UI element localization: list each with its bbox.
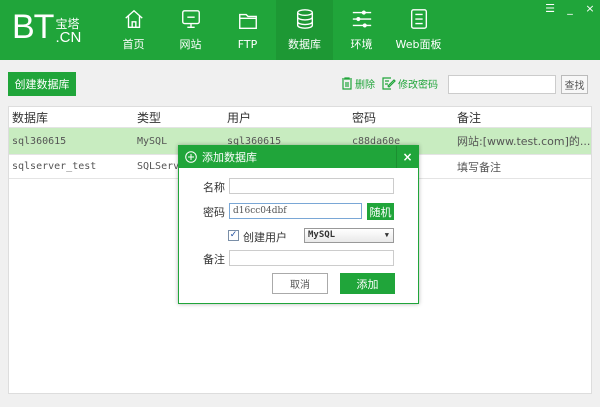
db-type-value: MySQL <box>308 230 336 240</box>
nav-home[interactable]: 首页 <box>105 0 162 60</box>
column-header: 用户 <box>227 110 252 125</box>
delete-label: 删除 <box>355 80 375 91</box>
minimize-button[interactable]: _ <box>560 0 580 17</box>
change-password-label: 修改密码 <box>398 80 438 91</box>
delete-button[interactable]: 删除 <box>341 76 375 91</box>
create-user-label: 创建用户 <box>243 231 287 244</box>
nav-database[interactable]: 数据库 <box>276 0 333 60</box>
add-database-dialog: 添加数据库 × 名称 密码 d16cc04dbf 随机 ✓ 创建用户 MySQL… <box>178 145 419 304</box>
table-header: 数据库 类型 用户 密码 备注 <box>9 107 591 128</box>
column-header: 类型 <box>137 110 162 125</box>
logo-text: BT <box>12 8 54 46</box>
edit-icon <box>382 77 396 90</box>
note-input[interactable] <box>229 250 394 266</box>
create-user-checkbox[interactable]: ✓ <box>228 230 239 241</box>
close-button[interactable]: × <box>580 0 600 17</box>
list-icon <box>410 9 427 29</box>
main-nav: 首页 网站 FTP 数据库 环境 Web面板 <box>105 0 447 60</box>
cell-note[interactable]: 网站:[www.test.com]的... <box>454 133 591 149</box>
cell-note[interactable]: 填写备注 <box>454 159 591 175</box>
nav-ftp[interactable]: FTP <box>219 0 276 60</box>
column-header: 密码 <box>352 110 377 125</box>
nav-label: 数据库 <box>288 38 321 51</box>
nav-environment[interactable]: 环境 <box>333 0 390 60</box>
cancel-button[interactable]: 取消 <box>272 273 328 294</box>
dialog-title-bar: 添加数据库 <box>179 146 418 168</box>
password-label: 密码 <box>203 206 225 219</box>
header: BT 宝塔 .CN 首页 网站 FTP 数据库 环境 Web面板 ☰ _ × <box>0 0 600 60</box>
chevron-down-icon: ▼ <box>384 231 389 239</box>
folder-icon <box>238 13 257 29</box>
nav-label: 网站 <box>179 38 202 51</box>
dialog-close-button[interactable]: × <box>396 146 418 168</box>
name-input[interactable] <box>229 178 394 194</box>
plus-circle-icon <box>185 151 197 163</box>
window-controls: ☰ _ × <box>540 0 600 17</box>
menu-button[interactable]: ☰ <box>540 0 560 17</box>
name-label: 名称 <box>203 181 225 194</box>
db-type-select[interactable]: MySQL ▼ <box>304 228 394 243</box>
nav-web-panel[interactable]: Web面板 <box>390 0 447 60</box>
random-password-button[interactable]: 随机 <box>367 203 394 220</box>
column-header: 备注 <box>457 110 482 125</box>
database-icon <box>296 9 313 29</box>
column-header: 数据库 <box>12 110 49 125</box>
sliders-icon <box>352 10 371 28</box>
trash-icon <box>342 77 352 90</box>
change-password-button[interactable]: 修改密码 <box>382 76 438 91</box>
home-icon <box>124 9 143 28</box>
nav-label: 首页 <box>122 38 145 51</box>
nav-label: 环境 <box>350 38 373 51</box>
dialog-title: 添加数据库 <box>202 151 257 164</box>
nav-label: FTP <box>237 37 258 51</box>
logo-domain: .CN <box>55 29 82 46</box>
monitor-icon <box>181 10 200 28</box>
cell-database: sql360615 <box>12 135 67 147</box>
cell-database: sqlserver_test <box>12 161 97 172</box>
create-database-button[interactable]: 创建数据库 <box>8 72 76 96</box>
logo: BT 宝塔 .CN <box>12 8 82 46</box>
search-button[interactable]: 查找 <box>561 75 588 94</box>
search-input[interactable] <box>448 75 556 94</box>
nav-label: Web面板 <box>395 38 442 51</box>
note-label: 备注 <box>203 253 225 266</box>
nav-website[interactable]: 网站 <box>162 0 219 60</box>
password-input[interactable]: d16cc04dbf <box>229 203 362 219</box>
add-button[interactable]: 添加 <box>340 273 395 294</box>
